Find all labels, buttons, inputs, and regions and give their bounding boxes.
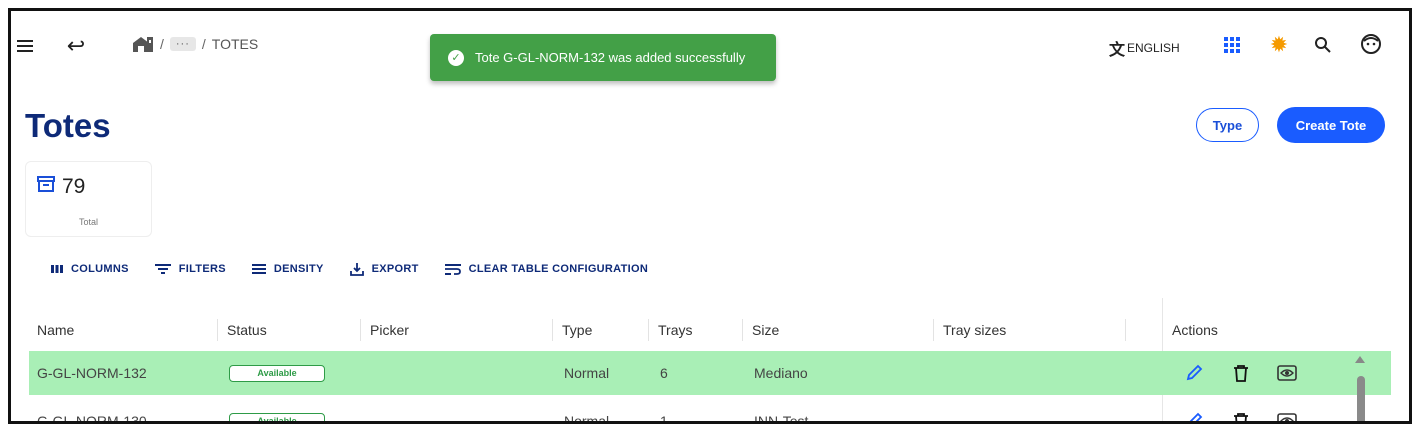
table-row[interactable]: G-GL-NORM-132 Available Normal 6 Mediano <box>29 351 1391 395</box>
clear-table-configuration-button[interactable]: CLEAR TABLE CONFIGURATION <box>444 263 649 275</box>
total-stat-card: 79 Total <box>25 161 152 237</box>
create-tote-button[interactable]: Create Tote <box>1277 107 1385 143</box>
breadcrumb-current: TOTES <box>211 36 259 52</box>
export-button[interactable]: EXPORT <box>349 262 419 276</box>
column-header-tray-sizes[interactable]: Tray sizes <box>943 309 1006 351</box>
cell-type: Normal <box>564 413 610 424</box>
cell-trays: 1 <box>660 413 668 424</box>
translate-icon: 文 <box>1109 40 1126 59</box>
cell-type: Normal <box>564 365 610 381</box>
breadcrumb-separator: / <box>160 36 164 52</box>
archive-icon <box>36 174 56 199</box>
filters-label: FILTERS <box>178 263 226 275</box>
column-header-status[interactable]: Status <box>227 309 267 351</box>
view-icon[interactable] <box>1275 409 1299 421</box>
breadcrumb-separator: / <box>201 36 206 52</box>
home-icon[interactable] <box>132 35 154 53</box>
page-title: Totes <box>25 107 111 144</box>
breadcrumb: / ··· / TOTES <box>132 35 258 53</box>
column-header-trays[interactable]: Trays <box>658 309 692 351</box>
delete-icon[interactable] <box>1229 361 1253 385</box>
check-circle-icon: ✓ <box>448 49 464 66</box>
status-badge: Available <box>229 412 325 421</box>
menu-icon[interactable] <box>15 35 37 57</box>
delete-icon[interactable] <box>1229 409 1253 421</box>
cell-status: Available <box>229 399 325 421</box>
density-icon <box>251 264 266 274</box>
columns-icon <box>51 265 63 273</box>
clear-config-icon <box>444 264 461 275</box>
columns-label: COLUMNS <box>71 263 129 275</box>
app-window: ↩ / ··· / TOTES ✓ Tote G-GL-NORM-132 was… <box>8 8 1412 424</box>
breadcrumb-ellipsis[interactable]: ··· <box>169 37 196 51</box>
cell-name: G-GL-NORM-132 <box>37 365 147 381</box>
face-icon[interactable] <box>1359 32 1383 56</box>
view-icon[interactable] <box>1275 361 1299 385</box>
export-label: EXPORT <box>371 263 419 275</box>
status-badge: Available <box>229 364 325 382</box>
cell-trays: 6 <box>660 365 668 381</box>
toast-message: Tote G-GL-NORM-132 was added successfull… <box>475 50 746 65</box>
table-toolbar: COLUMNS FILTERS DENSITY EXPORT CLEAR TAB… <box>51 262 674 276</box>
clear-config-label: CLEAR TABLE CONFIGURATION <box>468 263 649 275</box>
total-label: Total <box>78 217 98 227</box>
column-header-size[interactable]: Size <box>752 309 779 351</box>
density-label: DENSITY <box>273 263 324 275</box>
table-header: Name Status Picker Type Trays Size Tray … <box>11 309 1409 351</box>
columns-button[interactable]: COLUMNS <box>51 263 129 275</box>
column-header-name[interactable]: Name <box>37 309 74 351</box>
column-header-actions: Actions <box>1172 322 1218 338</box>
gear-icon[interactable]: ✹ <box>1267 33 1291 58</box>
top-bar: ↩ / ··· / TOTES ✓ Tote G-GL-NORM-132 was… <box>11 11 1409 81</box>
export-icon <box>349 263 364 276</box>
back-arrow-icon[interactable]: ↩ <box>63 33 89 59</box>
cell-size: Mediano <box>754 365 808 381</box>
edit-icon[interactable] <box>1182 409 1206 421</box>
scrollbar-thumb[interactable] <box>1357 376 1365 421</box>
scroll-up-arrow[interactable] <box>1355 356 1365 363</box>
success-toast: ✓ Tote G-GL-NORM-132 was added successfu… <box>430 34 776 81</box>
language-selector[interactable]: 文 ENGLISH <box>1109 36 1180 60</box>
apps-grid-icon[interactable] <box>1222 35 1242 55</box>
column-header-picker[interactable]: Picker <box>370 309 409 351</box>
cell-name: G-GL-NORM-130 <box>37 413 147 424</box>
total-value: 79 <box>62 174 86 198</box>
density-button[interactable]: DENSITY <box>251 263 324 275</box>
cell-size: INN-Test <box>754 413 809 424</box>
edit-icon[interactable] <box>1182 361 1206 385</box>
column-header-type[interactable]: Type <box>562 309 592 351</box>
language-label: ENGLISH <box>1127 41 1180 55</box>
filters-button[interactable]: FILTERS <box>154 263 226 275</box>
cell-status: Available <box>229 351 325 395</box>
table-row[interactable]: G-GL-NORM-130 Available Normal 1 INN-Tes… <box>29 399 1391 424</box>
search-icon[interactable] <box>1311 33 1335 57</box>
filter-icon <box>154 264 171 274</box>
type-button[interactable]: Type <box>1196 108 1259 142</box>
